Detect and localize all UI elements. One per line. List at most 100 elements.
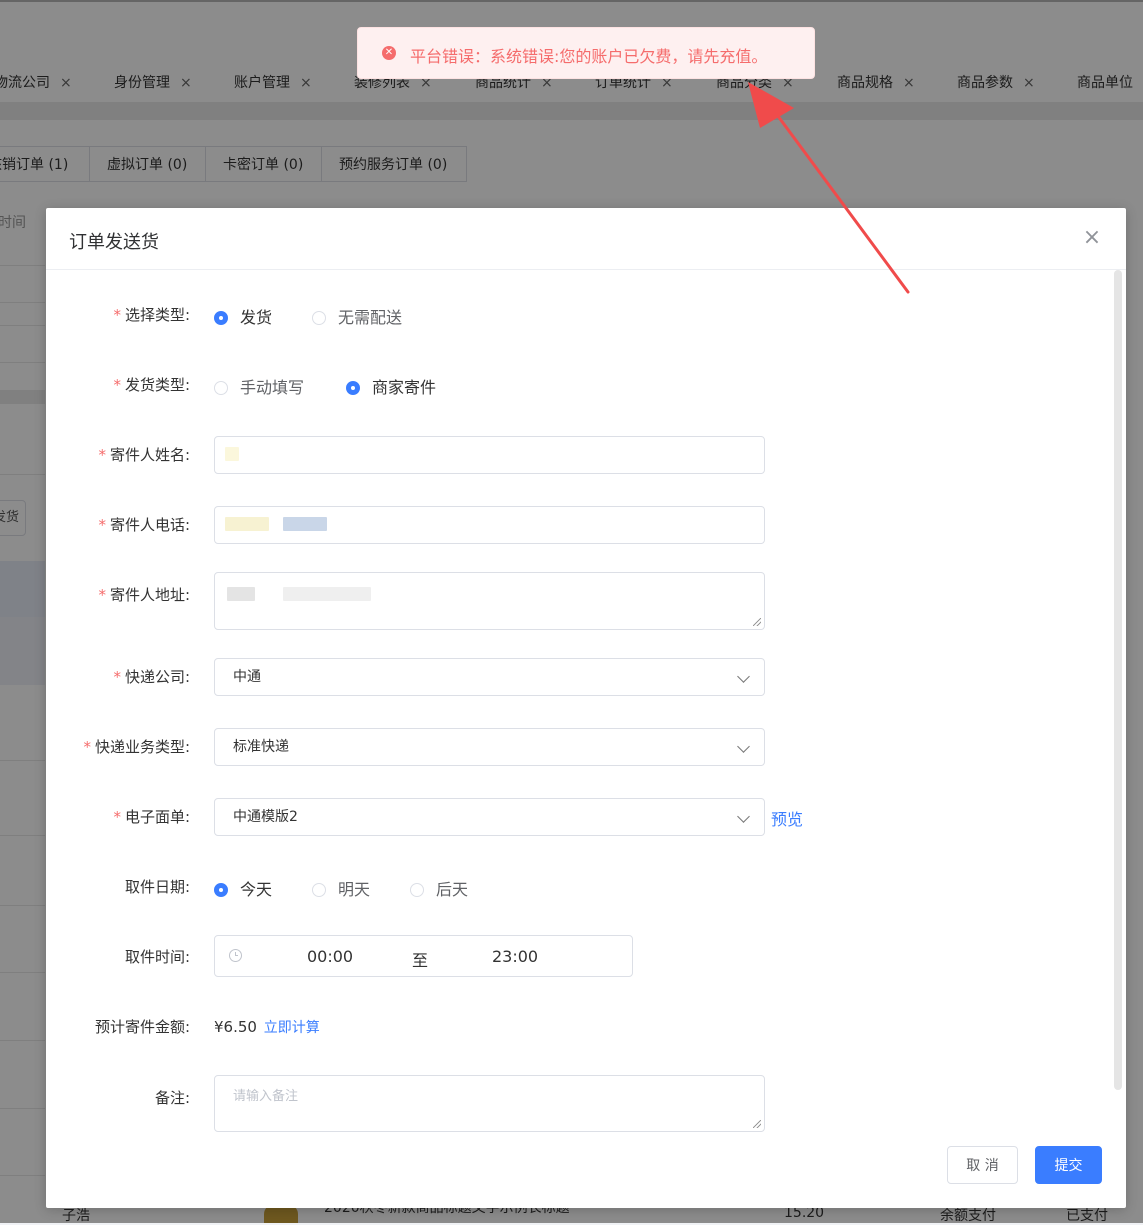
chevron-down-icon: [737, 810, 750, 823]
redacted-text: [283, 587, 371, 601]
radio-unchecked-icon: [312, 883, 326, 897]
radio-group-pickup-date: 今天 明天 后天: [214, 876, 614, 900]
radio-today[interactable]: 今天: [214, 876, 272, 900]
redacted-text: [225, 517, 269, 531]
error-toast: ✕ 平台错误：系统错误:您的账户已欠费，请先充值。: [357, 27, 815, 79]
form-row-sender-phone: * 寄件人电话:: [46, 506, 1106, 544]
field-label: * 选择类型:: [46, 304, 190, 325]
dialog-header: 订单发送货 ×: [46, 208, 1126, 270]
form-row-pickup-time: 取件时间: 00:00 至 23:00: [46, 935, 1106, 977]
radio-label: 今天: [240, 880, 273, 899]
label-text: 快递业务类型:: [94, 738, 190, 756]
submit-button[interactable]: 提交: [1035, 1146, 1102, 1184]
redacted-text: [227, 587, 255, 601]
label-text: 寄件人姓名:: [109, 446, 190, 464]
radio-label: 商家寄件: [372, 378, 437, 397]
field-label: * 寄件人电话:: [46, 514, 190, 535]
chevron-down-icon: [737, 740, 750, 753]
resize-handle[interactable]: [753, 618, 761, 626]
estimated-cost: ¥6.50 立即计算: [214, 1017, 320, 1037]
radio-label: 无需配送: [338, 308, 403, 327]
label-text: 电子面单:: [124, 808, 190, 826]
required-mark: *: [98, 586, 106, 604]
courier-select[interactable]: 中通: [214, 658, 765, 696]
sender-phone-input[interactable]: [214, 506, 765, 544]
chevron-down-icon: [737, 670, 750, 683]
field-label: * 快递公司:: [46, 666, 190, 687]
preview-link[interactable]: 预览: [771, 806, 803, 830]
redacted-text: [283, 517, 327, 531]
radio-tomorrow[interactable]: 明天: [312, 876, 370, 900]
sender-address-textarea[interactable]: [214, 572, 765, 630]
error-message: 平台错误：系统错误:您的账户已欠费，请先充值。: [410, 47, 768, 66]
radio-label: 手动填写: [240, 378, 305, 397]
required-mark: *: [113, 306, 121, 324]
field-label: * 寄件人地址:: [46, 584, 190, 605]
service-type-select[interactable]: 标准快递: [214, 728, 765, 766]
redacted-text: [225, 447, 239, 461]
time-end[interactable]: 23:00: [492, 947, 538, 966]
label-text: 选择类型:: [124, 306, 190, 324]
field-label: 预计寄件金额:: [94, 1018, 190, 1036]
field-label: * 快递业务类型:: [46, 736, 190, 757]
radio-day-after[interactable]: 后天: [410, 876, 468, 900]
label-text: 发货类型:: [124, 376, 190, 394]
radio-label: 后天: [436, 880, 469, 899]
form-row-sender-name: * 寄件人姓名:: [46, 436, 1106, 474]
radio-checked-icon: [214, 883, 228, 897]
calculate-now-link[interactable]: 立即计算: [264, 1020, 320, 1036]
label-text: 快递公司:: [124, 668, 190, 686]
radio-checked-icon: [346, 381, 360, 395]
ship-order-dialog: 订单发送货 × * 选择类型: 发货 无需配送 * 发货类型: 手动填写 商家寄件 …: [46, 208, 1126, 1208]
radio-no-delivery[interactable]: 无需配送: [312, 304, 402, 328]
pickup-time-range[interactable]: 00:00 至 23:00: [214, 935, 633, 977]
select-value: 中通模版2: [233, 809, 298, 825]
waybill-select[interactable]: 中通模版2: [214, 798, 765, 836]
required-mark: *: [113, 808, 121, 826]
dialog-title: 订单发送货: [69, 232, 159, 253]
remark-placeholder: 请输入备注: [233, 1089, 299, 1104]
select-value: 中通: [233, 669, 261, 685]
resize-handle[interactable]: [753, 1120, 761, 1128]
form-row-remark: 备注: 请输入备注: [46, 1075, 1106, 1132]
field-label: 取件日期:: [124, 878, 190, 896]
error-circle-icon: ✕: [382, 46, 396, 60]
radio-unchecked-icon: [214, 381, 228, 395]
form-row-courier: * 快递公司: 中通: [46, 658, 1106, 696]
scrollbar[interactable]: [1114, 270, 1122, 1090]
radio-unchecked-icon: [312, 311, 326, 325]
required-mark: *: [98, 446, 106, 464]
time-separator: 至: [412, 951, 429, 970]
form-row-select-type: * 选择类型: 发货 无需配送: [46, 304, 1106, 328]
required-mark: *: [98, 516, 106, 534]
radio-merchant-send[interactable]: 商家寄件: [346, 374, 436, 398]
field-label: * 发货类型:: [46, 374, 190, 395]
label-text: 寄件人电话:: [109, 516, 190, 534]
remark-textarea[interactable]: 请输入备注: [214, 1075, 765, 1132]
sender-name-input[interactable]: [214, 436, 765, 474]
radio-label: 发货: [240, 308, 273, 327]
required-mark: *: [83, 738, 91, 756]
form-row-estimated-cost: 预计寄件金额: ¥6.50 立即计算: [46, 1016, 1106, 1040]
form-row-sender-address: * 寄件人地址:: [46, 572, 1106, 630]
clock-icon: [229, 949, 242, 962]
time-start[interactable]: 00:00: [307, 947, 353, 966]
radio-unchecked-icon: [410, 883, 424, 897]
radio-checked-icon: [214, 311, 228, 325]
field-label: 取件时间:: [124, 948, 190, 966]
cancel-button[interactable]: 取 消: [947, 1146, 1018, 1184]
estimated-cost-value: ¥6.50: [214, 1018, 257, 1036]
form-row-service-type: * 快递业务类型: 标准快递: [46, 728, 1106, 766]
radio-label: 明天: [338, 880, 371, 899]
form-row-pickup-date: 取件日期: 今天 明天 后天: [46, 876, 1106, 900]
field-label: 备注:: [154, 1089, 190, 1107]
close-icon[interactable]: ×: [1080, 226, 1104, 250]
select-value: 标准快递: [233, 739, 289, 755]
radio-group-ship-type: 手动填写 商家寄件: [214, 374, 614, 398]
form-row-waybill: * 电子面单: 中通模版2 预览: [46, 798, 1106, 836]
radio-manual[interactable]: 手动填写: [214, 374, 304, 398]
radio-group-select-type: 发货 无需配送: [214, 304, 614, 328]
required-mark: *: [113, 376, 121, 394]
radio-ship[interactable]: 发货: [214, 304, 272, 328]
form-row-ship-type: * 发货类型: 手动填写 商家寄件: [46, 374, 1106, 398]
